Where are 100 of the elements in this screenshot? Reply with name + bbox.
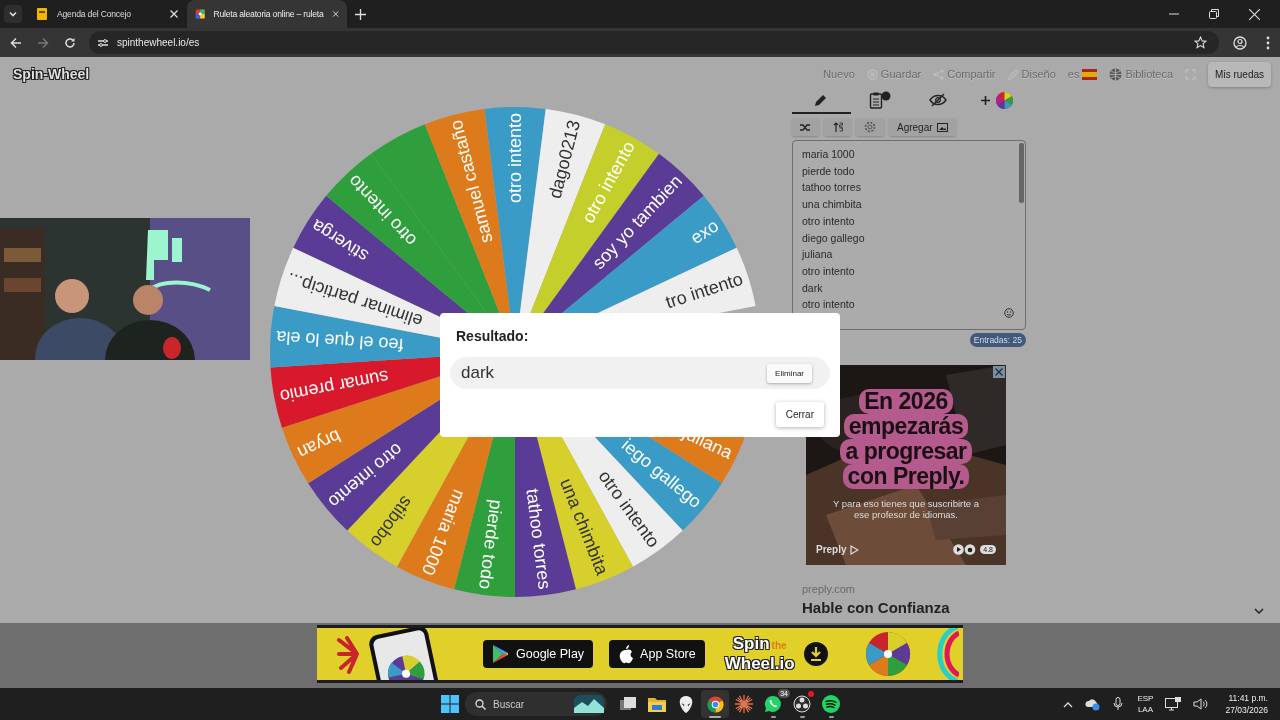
segment-label: pierde todo [475, 498, 507, 591]
chevron-down-icon [8, 9, 18, 19]
logo-text: Wheel.io [724, 655, 795, 673]
phone-bubble-icon [764, 695, 782, 713]
play-store-icon [492, 644, 510, 664]
color-wheel-icon [995, 91, 1013, 109]
notebook-icon [35, 7, 49, 21]
entries-count: Entradas: 25 [969, 333, 1026, 347]
logo-text: Spin [732, 635, 770, 653]
segment-label: feo el que lo ela [275, 327, 404, 355]
microphone-icon[interactable] [1113, 697, 1124, 711]
plus-icon [980, 95, 990, 105]
logo-text: the [771, 639, 787, 653]
starburst-icon [735, 695, 753, 713]
entry-line: otro intento [802, 213, 855, 229]
speaker-icon[interactable] [1193, 697, 1210, 711]
search-field[interactable]: Buscar [465, 692, 607, 716]
chrome-icon [706, 695, 724, 713]
site-settings-icon[interactable] [97, 36, 109, 49]
apple-icon [618, 644, 635, 664]
record-icon [793, 695, 811, 713]
address-bar[interactable]: spinthewheel.io/es [89, 31, 1219, 54]
browser-tab[interactable]: Ruleta aleatoria online – ruleta [187, 0, 347, 28]
segment-label: otro intento [505, 113, 525, 204]
wheel-drawing [864, 631, 911, 677]
tab-search-button[interactable] [4, 5, 22, 23]
segment-label: exo [686, 215, 723, 248]
music-icon [822, 695, 840, 713]
language-indicator[interactable]: ESP LAA [1137, 693, 1154, 715]
windows-icon[interactable] [441, 695, 459, 713]
download-icon [802, 641, 829, 667]
search-icon [475, 698, 486, 710]
segment-label: sumar premio [278, 366, 391, 407]
tab-title: Ruleta aleatoria online – ruleta [213, 9, 324, 19]
ad-title[interactable]: Hable con Confianza [802, 599, 1026, 616]
sort-button[interactable] [824, 118, 851, 136]
app-store-badges-icon [953, 544, 978, 555]
ad-headline-line: empezarás [843, 414, 969, 439]
close-button[interactable]: Cerrar [775, 402, 824, 427]
ad-domain: preply.com [802, 583, 856, 595]
image-icon [936, 122, 948, 132]
tab-title: Agenda del Concejo [57, 9, 132, 19]
forward-arrow-icon[interactable] [37, 36, 49, 49]
monitor-icon[interactable] [1165, 697, 1182, 711]
clock[interactable]: 11:41 p.m. 27/03/2026 [1225, 692, 1268, 716]
color-wheel-icon [195, 7, 206, 21]
cloud-icon[interactable] [1085, 697, 1102, 711]
taskbar-app[interactable] [701, 690, 729, 718]
plus-icon[interactable] [355, 8, 366, 20]
ad-headline-line: a progresar [840, 439, 972, 464]
ad-headline-line: En 2026 [859, 389, 953, 414]
store-button[interactable]: Google Play [483, 640, 594, 668]
entry-line: otro intento [802, 297, 855, 313]
store-button[interactable]: App Store [609, 640, 705, 668]
chevron-down-icon[interactable] [1254, 608, 1264, 615]
windows-stack-icon [619, 696, 637, 712]
alien-head-icon [679, 695, 693, 713]
globe-icon [1109, 67, 1123, 81]
smiley-icon[interactable] [1004, 308, 1014, 318]
entry-line: diego gallego [802, 230, 865, 246]
ad-subtext: Y para eso tienes que suscribirte a ese profesor de idiomas. [831, 498, 981, 520]
clipboard-icon [868, 91, 891, 109]
entry-line: dark [802, 280, 823, 296]
chevron-up-icon[interactable] [1063, 700, 1074, 708]
profile-icon[interactable] [1233, 35, 1247, 50]
entry-line: juliana [802, 247, 833, 263]
app-banner[interactable]: Google Play App Store Spinthe Wheel.io [317, 625, 963, 683]
entries-field[interactable]: maria 1000 pierde todo tathoo torres una chimbita otro intento diego gallego juliana otro intento dark otro intento [792, 140, 1026, 330]
restore-icon[interactable] [1209, 9, 1219, 19]
segment-label: tro intento [663, 268, 746, 313]
reload-icon[interactable] [64, 36, 76, 49]
pencil-icon [814, 93, 829, 107]
burst-icon [337, 634, 359, 674]
add-image-button[interactable]: Agregar [889, 118, 956, 136]
remove-button[interactable]: Eliminar [767, 363, 812, 383]
sort-icon [832, 122, 843, 132]
menu-icon[interactable] [1266, 35, 1270, 50]
folder-icon [648, 696, 666, 712]
segment-label: tathoo torres [522, 487, 555, 591]
browser-tab[interactable]: Agenda del Concejo [27, 0, 187, 28]
my-wheels-button[interactable]: Mis ruedas [1208, 61, 1271, 87]
play-icon [849, 544, 859, 555]
gear-icon [864, 121, 876, 133]
entry-line: tathoo torres [802, 180, 861, 196]
star-icon[interactable] [1194, 36, 1207, 49]
brand-name: Preply [816, 544, 847, 555]
entry-line: otro intento [802, 263, 855, 279]
result-text: dark [461, 363, 496, 383]
entry-line: una chimbita [802, 197, 862, 213]
entry-line: pierde todo [802, 163, 855, 179]
segment-label: maria 1000 [417, 486, 470, 578]
shuffle-icon [800, 122, 811, 132]
entry-line: maria 1000 [802, 147, 855, 162]
scrollbar-thumb[interactable] [1019, 143, 1024, 203]
back-arrow-icon[interactable] [10, 36, 22, 49]
shuffle-button[interactable] [792, 118, 819, 136]
dialog-title: Resultado: [455, 328, 530, 344]
segment-label: samuel castaño [445, 118, 497, 246]
flag-icon [1082, 68, 1098, 80]
eye-slash-icon [929, 93, 948, 107]
